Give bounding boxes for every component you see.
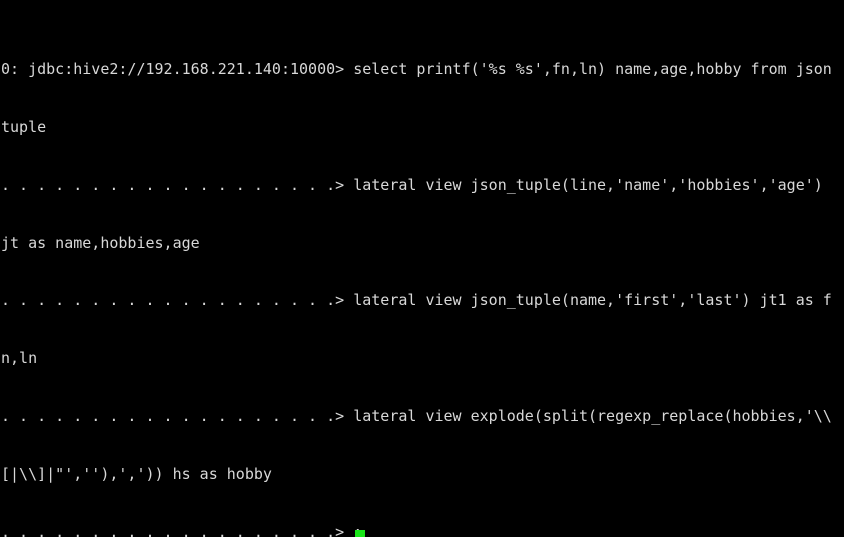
query-line-3: . . . . . . . . . . . . . . . . . . .> l… [1, 175, 823, 194]
terminal-screen: 0: jdbc:hive2://192.168.221.140:10000> s… [1, 2, 832, 537]
query-line-6: n,ln [1, 349, 38, 368]
query-line-5: . . . . . . . . . . . . . . . . . . .> l… [1, 291, 832, 310]
query-line-8: [|\\]|"',''),',')) hs as hobby [1, 465, 272, 484]
query-line-4: jt as name,hobbies,age [1, 233, 200, 252]
cursor-block [355, 530, 365, 537]
query-line-7: . . . . . . . . . . . . . . . . . . .> l… [1, 407, 832, 426]
query-line-2: tuple [1, 117, 47, 136]
query-line-1: 0: jdbc:hive2://192.168.221.140:10000> s… [1, 59, 832, 78]
terminal-window[interactable]: 0: jdbc:hive2://192.168.221.140:10000> s… [0, 0, 844, 537]
query-line-9: . . . . . . . . . . . . . . . . . . .> ; [1, 523, 363, 537]
